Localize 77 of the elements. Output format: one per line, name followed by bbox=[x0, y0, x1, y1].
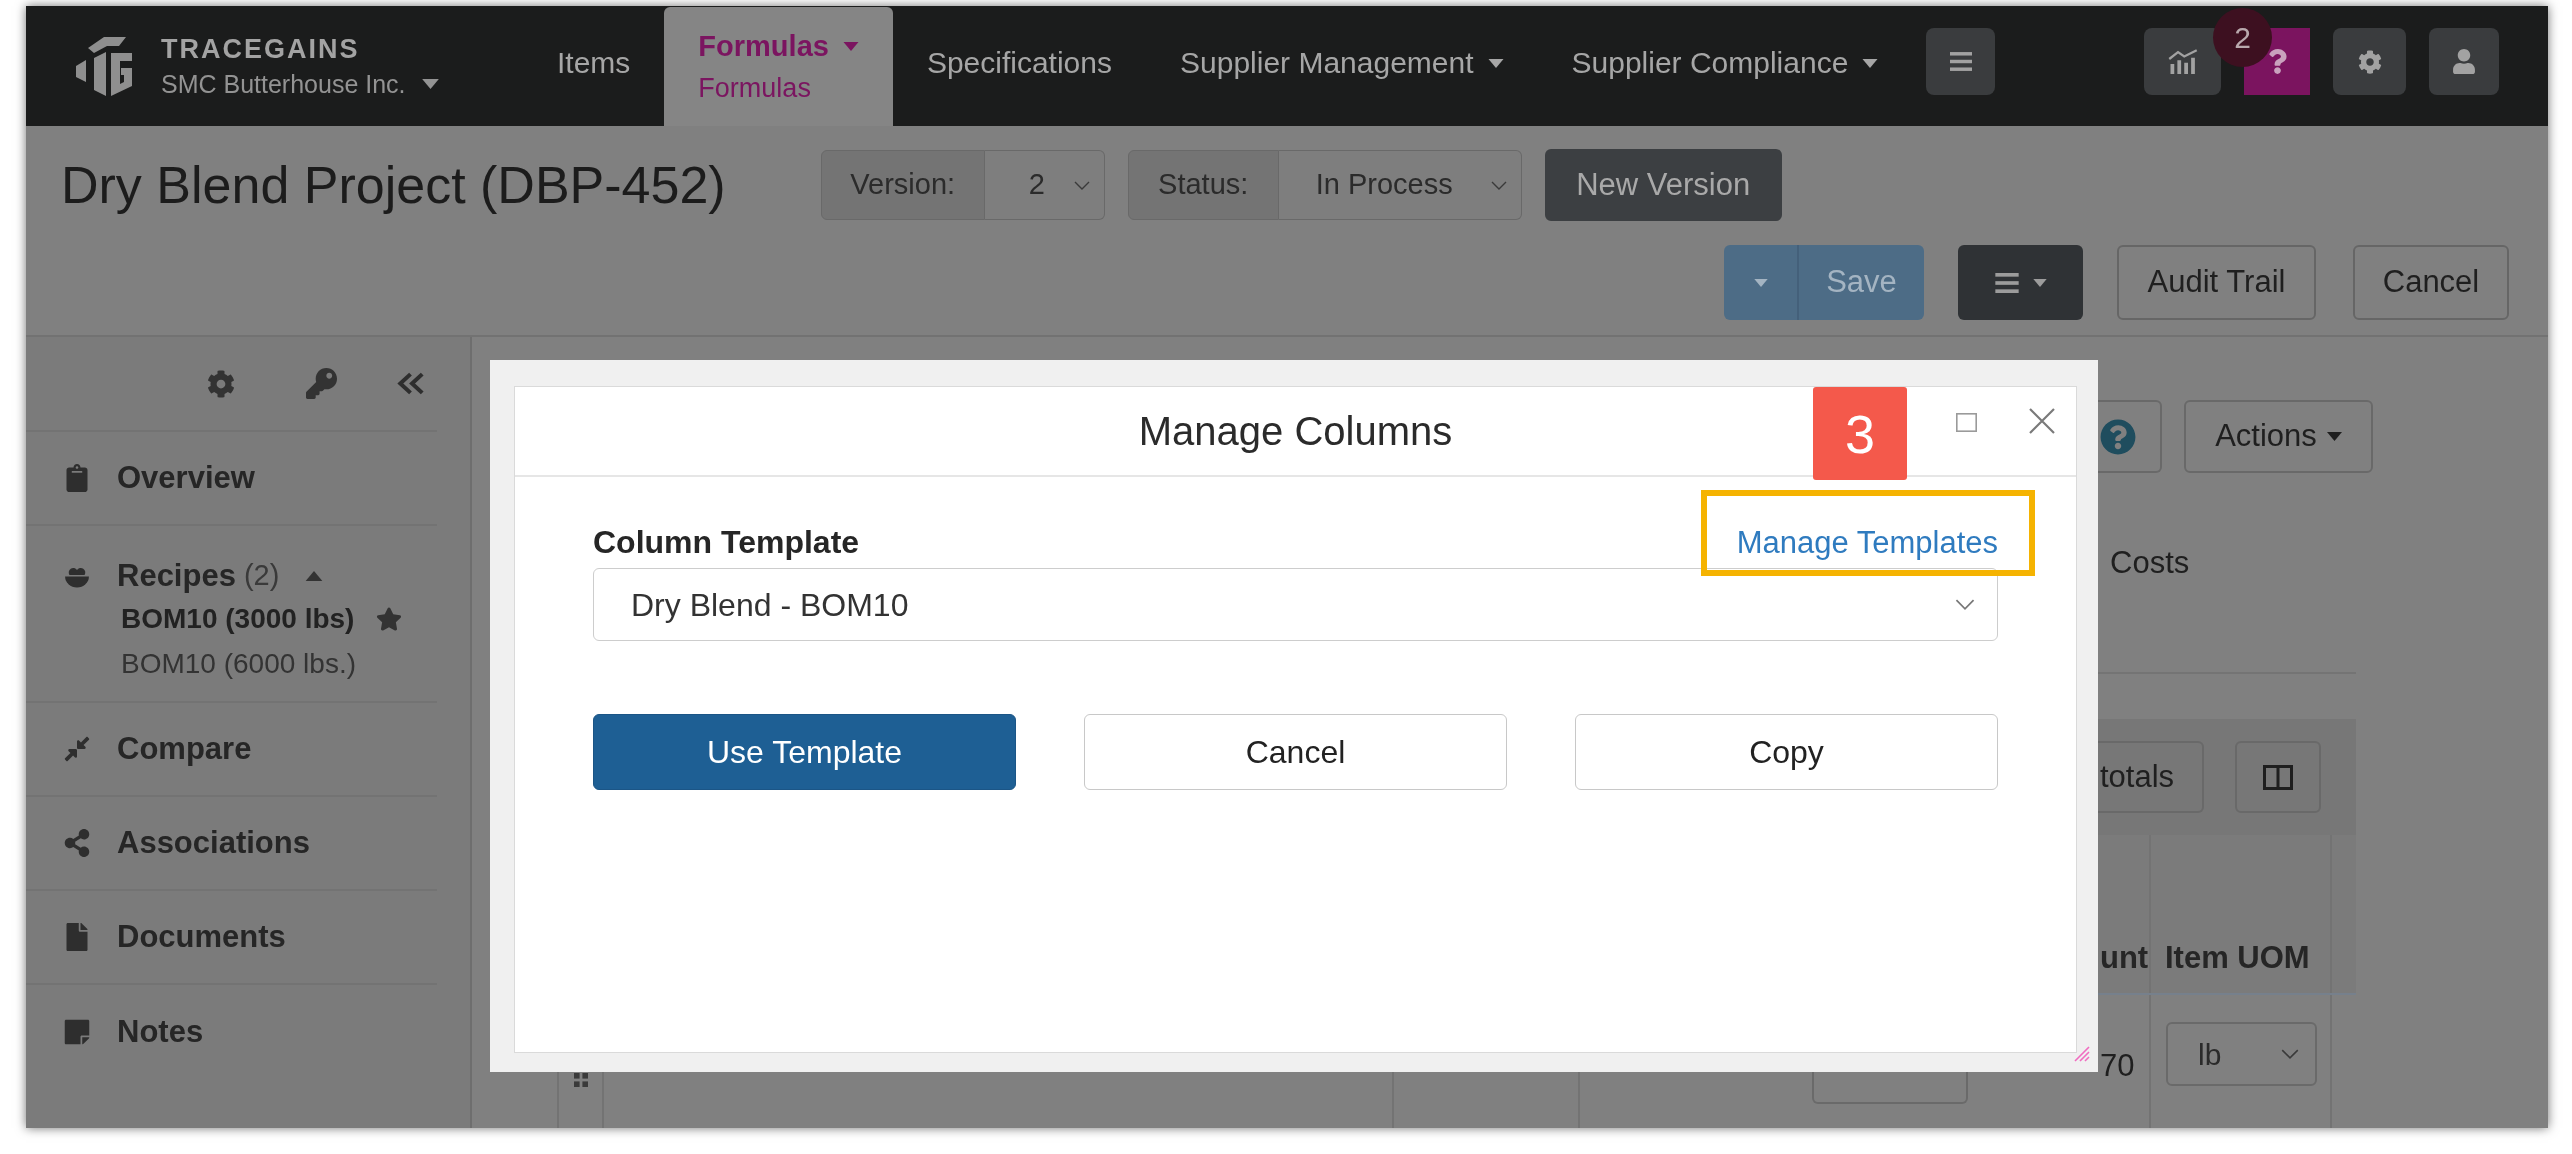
sidebar-item[interactable]: Recipes (2) bbox=[26, 556, 324, 596]
double-chevron-left-icon[interactable] bbox=[396, 371, 425, 396]
clipboard-icon bbox=[64, 464, 90, 492]
caret-icon bbox=[2326, 432, 2342, 441]
use-template-button[interactable]: Use Template bbox=[593, 714, 1016, 790]
column-header: Item UOM bbox=[2165, 940, 2310, 976]
nav-tab[interactable]: Supplier Management bbox=[1180, 45, 1504, 81]
section-heading: Costs bbox=[2110, 545, 2190, 581]
status-select[interactable]: In Process bbox=[1278, 150, 1522, 220]
menu-icon bbox=[1949, 52, 1972, 71]
caret-icon bbox=[2032, 278, 2047, 287]
sidebar-item[interactable]: Documents bbox=[26, 913, 286, 961]
menu-icon bbox=[1994, 272, 2019, 293]
grip-icon[interactable] bbox=[573, 1073, 588, 1087]
sidebar-item[interactable]: Notes bbox=[26, 1008, 204, 1056]
nav-tab[interactable]: Supplier Compliance bbox=[1571, 45, 1879, 81]
caret-icon bbox=[421, 79, 439, 89]
field-label: Version: bbox=[820, 150, 985, 220]
maximize-button[interactable] bbox=[1956, 413, 1977, 432]
sidebar-item[interactable]: Associations bbox=[26, 819, 310, 867]
field-label: Column Template bbox=[593, 524, 860, 561]
document-icon bbox=[64, 923, 90, 951]
bar-chart-icon bbox=[2167, 49, 2198, 74]
logo-icon bbox=[76, 36, 132, 96]
chevron-down-icon bbox=[1073, 180, 1090, 190]
menu-dropdown-button[interactable] bbox=[1958, 245, 2083, 320]
field-label: Status: bbox=[1127, 150, 1279, 220]
menu-button[interactable] bbox=[1926, 28, 1996, 95]
company-dropdown[interactable]: SMC Butterhouse Inc. bbox=[161, 69, 439, 99]
share-icon bbox=[64, 829, 90, 857]
close-icon bbox=[2029, 408, 2055, 434]
sidebar-item[interactable]: Compare bbox=[26, 725, 252, 773]
actions-button[interactable]: Actions bbox=[2184, 400, 2373, 473]
settings-icon bbox=[2357, 49, 2382, 74]
resize-grip-icon[interactable] bbox=[2074, 1046, 2090, 1062]
notification-badge: 2 bbox=[2213, 8, 2272, 67]
settings-button[interactable] bbox=[2333, 28, 2406, 95]
new-version-button[interactable]: New Version bbox=[1544, 149, 1782, 221]
columns-button[interactable] bbox=[2235, 741, 2321, 813]
compress-arrows-icon bbox=[64, 735, 90, 763]
subnav-link[interactable]: Formulas bbox=[698, 72, 811, 104]
sidebar-item[interactable]: Overview bbox=[26, 454, 255, 502]
version-select[interactable]: 2 bbox=[984, 150, 1105, 220]
save-dropdown-toggle[interactable] bbox=[1724, 245, 1799, 320]
save-button[interactable]: Save bbox=[1799, 245, 1924, 320]
sticky-note-icon bbox=[64, 1018, 90, 1046]
user-button[interactable] bbox=[2429, 28, 2499, 95]
recipe-link[interactable]: BOM10 (3000 lbs) bbox=[121, 596, 403, 641]
manage-templates-link[interactable]: Manage Templates bbox=[1736, 525, 1998, 561]
page-title: Dry Blend Project (DBP-452) bbox=[61, 155, 726, 215]
key-icon[interactable] bbox=[306, 368, 337, 399]
brand-name: TRACEGAINS bbox=[161, 33, 360, 65]
table-cell: 70 bbox=[2100, 1048, 2135, 1084]
chevron-down-icon bbox=[2281, 1049, 2299, 1059]
cancel-button[interactable]: Cancel bbox=[1084, 714, 1507, 790]
template-select[interactable]: Dry Blend - BOM10 bbox=[593, 568, 1998, 641]
nav-tab[interactable]: Items bbox=[557, 45, 631, 81]
chevron-down-icon bbox=[1955, 599, 1975, 610]
help-button[interactable]: 2 bbox=[2213, 8, 2310, 95]
columns-icon bbox=[2263, 764, 2293, 790]
modal-title: Manage Columns bbox=[1138, 408, 1453, 454]
close-button[interactable] bbox=[2029, 408, 2055, 434]
recipe-link[interactable]: BOM10 (6000 lbs.) bbox=[121, 641, 356, 686]
audit-trail-button[interactable]: Audit Trail bbox=[2117, 245, 2316, 320]
step-badge: 3 bbox=[1813, 387, 1907, 480]
nav-menu-button[interactable]: Formulas bbox=[698, 29, 859, 63]
question-icon bbox=[2267, 49, 2287, 74]
settings-icon[interactable] bbox=[207, 369, 235, 398]
cancel-button[interactable]: Cancel bbox=[2353, 245, 2509, 320]
caret-icon bbox=[1753, 278, 1768, 287]
chevron-down-icon bbox=[1490, 180, 1507, 190]
square-icon bbox=[1956, 413, 1977, 432]
uom-select[interactable]: lb bbox=[2166, 1022, 2317, 1086]
user-icon bbox=[2453, 49, 2475, 74]
copy-button[interactable]: Copy bbox=[1575, 714, 1998, 790]
column-header: unt bbox=[2099, 940, 2149, 976]
nav-tab[interactable]: Specifications bbox=[926, 45, 1112, 81]
